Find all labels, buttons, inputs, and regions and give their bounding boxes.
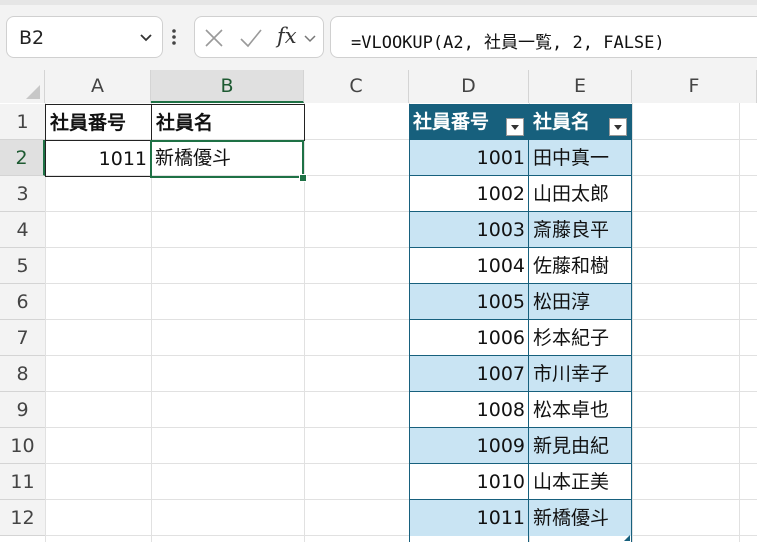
table-cell-id[interactable]: 1006 [409,320,529,356]
table-cell-id[interactable]: 1011 [409,500,529,536]
chevron-down-icon[interactable] [138,29,154,45]
column-header-c[interactable]: C [304,70,409,103]
row-header-11[interactable]: 11 [0,464,45,500]
gridline [45,499,757,500]
gridline [304,103,305,542]
formula-text: =VLOOKUP(A2, 社員一覧, 2, FALSE) [351,33,665,53]
table-cell-name[interactable]: 市川幸子 [529,356,632,392]
enter-check-icon[interactable] [239,27,263,49]
column-header-f[interactable]: F [632,70,757,103]
gridline [632,103,633,542]
table-cell-name[interactable]: 杉本紀子 [529,320,632,356]
table-cell-name[interactable]: 佐藤和樹 [529,248,632,284]
formula-bar-area: B2 fx =VLOOKUP(A2, 社員一覧, 2, FALSE) [0,0,757,70]
column-header-d[interactable]: D [409,70,529,103]
insert-function-icon[interactable]: fx [277,24,297,48]
more-options-icon[interactable] [171,28,177,46]
table-cell-name[interactable]: 斎藤良平 [529,212,632,248]
table-cell-name[interactable]: 新橋優斗 [529,500,632,536]
table-cell-id[interactable]: 1001 [409,140,529,176]
gridline [45,283,757,284]
chevron-down-icon[interactable] [303,31,317,45]
table-cell-name[interactable]: 松本卓也 [529,392,632,428]
gridline [45,391,757,392]
gridline [45,211,757,212]
name-box[interactable]: B2 [6,16,163,58]
gridline [45,319,757,320]
row-header-3[interactable]: 3 [0,176,45,212]
cell-b1[interactable]: 社員名 [151,104,305,141]
row-header-1[interactable]: 1 [0,104,45,140]
cell-a2[interactable]: 1011 [45,140,152,177]
table-header-label: 社員名 [533,111,591,133]
column-header-e[interactable]: E [529,70,632,103]
gridline [45,535,757,536]
gridline [45,427,757,428]
column-header-b[interactable]: B [151,70,304,103]
table-cell-id[interactable]: 1009 [409,428,529,464]
cancel-icon[interactable] [203,27,225,49]
table-cell-name[interactable]: 田中真一 [529,140,632,176]
filter-dropdown-icon[interactable] [609,118,627,136]
row-header-9[interactable]: 9 [0,392,45,428]
gridline [45,463,757,464]
table-cell-name[interactable]: 松田淳 [529,284,632,320]
table-cell-id[interactable]: 1008 [409,392,529,428]
gridline [45,355,757,356]
table-cell-name[interactable]: 新見由紀 [529,428,632,464]
fill-handle[interactable] [299,174,307,182]
table-cell-id[interactable]: 1003 [409,212,529,248]
gridline [45,247,757,248]
table-cell-id[interactable]: 1007 [409,356,529,392]
table-cell-name[interactable]: 山本正美 [529,464,632,500]
column-header-a[interactable]: A [45,70,151,103]
table-cell-id[interactable]: 1005 [409,284,529,320]
select-all-button[interactable] [0,70,45,103]
cell-a1[interactable]: 社員番号 [45,104,152,141]
row-header-7[interactable]: 7 [0,320,45,356]
table-header-label: 社員番号 [413,111,490,133]
row-header-5[interactable]: 5 [0,248,45,284]
row-header-12[interactable]: 12 [0,500,45,536]
row-header-10[interactable]: 10 [0,428,45,464]
row-header-6[interactable]: 6 [0,284,45,320]
table-column-separator [528,104,529,542]
formula-controls: fx [194,16,324,58]
gridline [739,103,740,542]
table-cell-id[interactable]: 1004 [409,248,529,284]
name-box-value: B2 [19,27,45,49]
table-cell-id[interactable]: 1010 [409,464,529,500]
active-cell-border [150,140,304,178]
row-header-2[interactable]: 2 [0,140,45,176]
table-resize-handle[interactable] [624,535,630,541]
filter-dropdown-icon[interactable] [506,118,524,136]
ribbon-edge [0,0,757,5]
table-cell-name[interactable]: 山田太郎 [529,176,632,212]
formula-input[interactable]: =VLOOKUP(A2, 社員一覧, 2, FALSE) [330,16,757,58]
row-header-8[interactable]: 8 [0,356,45,392]
table-cell-id[interactable]: 1002 [409,176,529,212]
row-header-4[interactable]: 4 [0,212,45,248]
